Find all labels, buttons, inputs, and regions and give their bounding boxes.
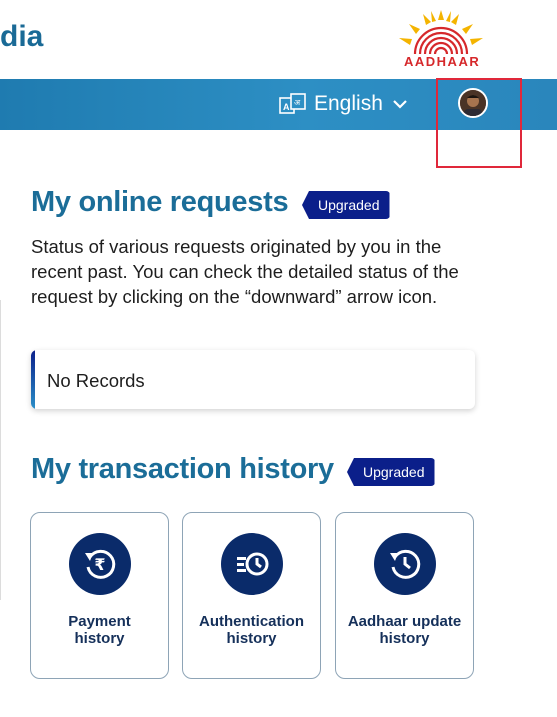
tile-label-line: Authentication xyxy=(199,613,304,630)
payment-history-icon-circle: ₹ xyxy=(69,533,131,595)
site-title-fragment: dia xyxy=(0,20,44,53)
tile-label-line: history xyxy=(74,630,125,647)
transaction-history-title: My transaction history xyxy=(31,453,334,485)
aadhaar-update-history-tile[interactable]: Aadhaar update history xyxy=(335,512,474,679)
profile-highlight-box xyxy=(436,78,522,168)
authentication-history-icon-circle xyxy=(221,533,283,595)
aadhaar-logo-text: AADHAAR xyxy=(404,54,481,69)
tile-label-line: history xyxy=(226,630,277,647)
no-records-text: No Records xyxy=(47,370,145,391)
svg-text:अ: अ xyxy=(294,98,301,107)
authentication-history-label: Authentication history xyxy=(189,613,314,647)
aadhaar-update-history-icon-circle xyxy=(374,533,436,595)
payment-history-tile[interactable]: ₹ Payment history xyxy=(30,512,169,679)
chevron-down-icon xyxy=(393,100,407,109)
translate-icon: A अ xyxy=(279,93,306,114)
requests-card: No Records xyxy=(31,350,475,409)
auth-history-icon xyxy=(237,552,269,576)
tile-label-line: Aadhaar update xyxy=(347,613,462,630)
language-label: English xyxy=(314,92,383,115)
svg-text:A: A xyxy=(283,102,290,112)
svg-text:₹: ₹ xyxy=(94,555,105,574)
left-divider xyxy=(0,300,1,600)
payment-history-label: Payment history xyxy=(37,613,162,647)
update-history-icon xyxy=(390,549,421,579)
online-requests-description: Status of various requests originated by… xyxy=(31,236,459,307)
rupee-history-icon: ₹ xyxy=(85,549,116,579)
tile-label-line: Payment xyxy=(68,613,131,630)
card-accent-bar xyxy=(31,350,35,409)
tile-label-line: history xyxy=(379,630,430,647)
authentication-history-tile[interactable]: Authentication history xyxy=(182,512,321,679)
requests-upgraded-badge: Upgraded xyxy=(302,191,390,219)
language-selector[interactable]: A अ English xyxy=(279,92,407,116)
transactions-upgraded-badge: Upgraded xyxy=(347,458,435,486)
online-requests-title: My online requests xyxy=(31,186,289,218)
aadhaar-update-history-label: Aadhaar update history xyxy=(342,613,467,647)
